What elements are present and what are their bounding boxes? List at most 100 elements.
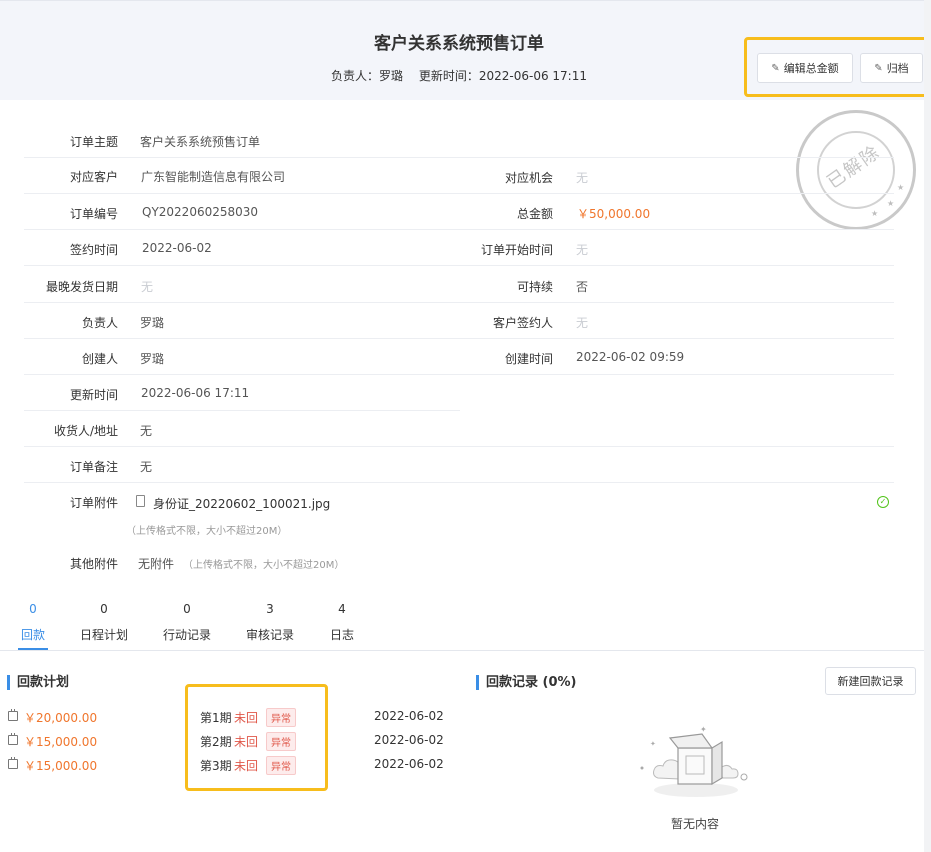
plan-amount: ￥15,000.00: [24, 735, 98, 749]
edit-icon: ✎: [771, 62, 780, 74]
start-date-value: 无: [576, 243, 589, 257]
remark-value: 无: [140, 460, 153, 474]
tab-count: 3: [266, 602, 274, 616]
tab-label: 日程计划: [79, 628, 128, 642]
edit-total-label: 编辑总金额: [783, 62, 839, 75]
plan-status: 未回: [234, 711, 259, 725]
archive-button[interactable]: ✎ 归档: [860, 53, 923, 83]
detail-row: 订单编号 QY2022060258030 总金额 ￥50,000.00: [24, 194, 894, 230]
updated-time: 2022-06-06 17:11: [478, 69, 587, 83]
plan-amount: ￥20,000.00: [24, 711, 98, 725]
abnormal-badge: 异常: [266, 756, 296, 775]
archive-label: 归档: [886, 62, 909, 75]
scrollbar-track[interactable]: [924, 0, 931, 852]
updated-at-label: 更新时间: [69, 388, 118, 402]
updated-info: 更新时间：2022-06-06 17:11: [419, 69, 587, 83]
sustainable-label: 可持续: [516, 280, 553, 294]
created-at-label: 创建时间: [504, 352, 553, 366]
edit-icon: ✎: [874, 62, 883, 74]
plan-period: 第1期: [200, 711, 232, 725]
creator-label: 创建人: [81, 352, 118, 366]
total-value: ￥50,000.00: [577, 207, 651, 221]
latest-ship-label: 最晚发货日期: [45, 280, 118, 294]
total-label: 总金额: [516, 207, 553, 221]
edit-total-button[interactable]: ✎ 编辑总金额: [757, 53, 853, 83]
tab-label: 行动记录: [162, 628, 211, 642]
plan-date: 2022-06-02: [374, 757, 444, 771]
tab-payment[interactable]: 0 回款: [18, 598, 48, 650]
detail-row: 订单备注 无: [24, 447, 894, 483]
check-circle-icon: ✓: [877, 496, 889, 508]
remark-label: 订单备注: [69, 460, 118, 474]
detail-row: 收货人/地址 无: [24, 411, 894, 447]
tab-audit[interactable]: 3 审核记录: [244, 598, 296, 643]
payment-records-title: 回款记录 (0%): [476, 675, 576, 690]
updated-label: 更新时间：: [418, 69, 479, 83]
owner-value: 罗璐: [140, 316, 165, 330]
tab-count: 0: [100, 602, 108, 616]
svg-text:✦: ✦: [650, 740, 656, 748]
sign-date-value: 2022-06-02: [142, 241, 212, 255]
calendar-icon: [8, 709, 18, 721]
tab-count: 4: [338, 602, 346, 616]
detail-row: 对应客户 广东智能制造信息有限公司 对应机会 无: [24, 158, 894, 194]
customer-signer-value: 无: [576, 316, 589, 330]
opportunity-value: 无: [576, 171, 589, 185]
customer-value: 广东智能制造信息有限公司: [141, 170, 286, 184]
subject-label: 订单主题: [69, 135, 118, 149]
plan-date: 2022-06-02: [374, 709, 444, 723]
abnormal-badge: 异常: [266, 732, 296, 751]
receiver-label: 收货人/地址: [53, 424, 118, 438]
detail-row: 最晚发货日期 无 可持续 否: [24, 267, 894, 303]
customer-signer-label: 客户签约人: [492, 316, 553, 330]
owner-info: 负责人：罗璐: [331, 69, 403, 83]
payment-plan-row: ￥15,000.00 第2期 未回 异常 2022-06-02: [8, 732, 458, 753]
file-icon: [136, 495, 145, 507]
customer-label: 对应客户: [69, 170, 118, 184]
detail-row: 签约时间 2022-06-02 订单开始时间 无: [24, 230, 894, 266]
plan-status: 未回: [234, 759, 259, 773]
tab-actions[interactable]: 0 行动记录: [161, 598, 213, 643]
new-payment-record-label: 新建回款记录: [837, 675, 904, 688]
order-no-label: 订单编号: [69, 207, 118, 221]
detail-row: 订单主题 客户关系系统预售订单: [24, 122, 894, 158]
receiver-value: 无: [140, 424, 153, 438]
detail-row: 更新时间 2022-06-06 17:11: [24, 375, 460, 411]
svg-text:✦: ✦: [700, 725, 707, 734]
tab-count: 0: [29, 602, 37, 616]
empty-text: 暂无内容: [670, 817, 719, 831]
calendar-icon: [8, 757, 18, 769]
creator-value: 罗璐: [140, 352, 165, 366]
detail-row: 负责人 罗璐 客户签约人 无: [24, 303, 894, 339]
subject-value: 客户关系系统预售订单: [140, 135, 261, 149]
order-no-value: QY2022060258030: [142, 205, 259, 219]
owner-name: 罗璐: [379, 69, 404, 83]
owner-label: 负责人：: [330, 69, 379, 83]
payment-plan-title: 回款计划: [7, 675, 69, 690]
plan-amount: ￥15,000.00: [24, 759, 98, 773]
other-attachment-label: 其他附件: [69, 557, 118, 571]
active-tab-indicator: [18, 648, 48, 650]
updated-at-value: 2022-06-06 17:11: [141, 386, 250, 400]
created-at-value: 2022-06-02 09:59: [576, 350, 685, 364]
tab-count: 0: [183, 602, 191, 616]
tab-label: 日志: [329, 628, 354, 642]
other-attachment-value: 无附件: [138, 557, 175, 571]
tab-label: 回款: [20, 628, 45, 642]
tab-label: 审核记录: [245, 628, 294, 642]
sign-date-label: 签约时间: [69, 243, 118, 257]
abnormal-badge: 异常: [266, 708, 296, 727]
latest-ship-value: 无: [141, 280, 154, 294]
plan-status: 未回: [234, 735, 259, 749]
star-icon: ★: [897, 183, 905, 192]
attachment-file-link[interactable]: 身份证_20220602_100021.jpg: [153, 495, 330, 512]
calendar-icon: [8, 733, 18, 745]
attachment-label: 订单附件: [69, 496, 118, 510]
tab-schedule[interactable]: 0 日程计划: [78, 598, 130, 643]
plan-date: 2022-06-02: [374, 733, 444, 747]
new-payment-record-button[interactable]: 新建回款记录: [825, 667, 916, 695]
sustainable-value: 否: [576, 280, 589, 294]
other-attachment-hint: （上传格式不限，大小不超过20M）: [183, 560, 345, 571]
tab-log[interactable]: 4 日志: [328, 598, 356, 643]
owner-label: 负责人: [81, 316, 118, 330]
